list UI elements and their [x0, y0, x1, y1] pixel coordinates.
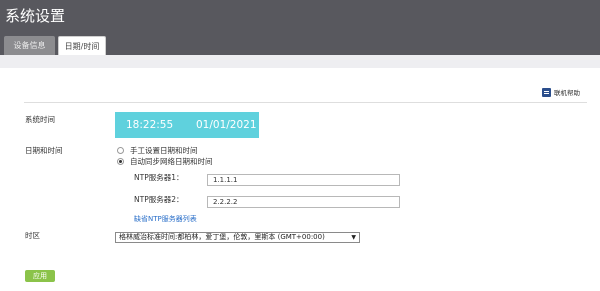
online-help-label: 联机帮助	[554, 89, 580, 97]
help-book-icon	[542, 87, 551, 97]
manual-time-radio[interactable]	[117, 146, 124, 154]
ntp-server-1-label: NTP服务器1：	[134, 173, 184, 182]
ntp-server-1-input[interactable]	[207, 174, 400, 186]
ntp-server-2-label: NTP服务器2：	[134, 195, 184, 204]
page-title: 系统设置	[5, 7, 66, 25]
dropdown-arrow-icon: ▼	[351, 234, 356, 241]
apply-button[interactable]: 应用	[25, 270, 55, 282]
auto-sync-option[interactable]: 自动同步网络日期和时间	[117, 156, 213, 166]
ntp-server-2-input[interactable]	[207, 196, 400, 208]
system-time-display: 18:22:55 01/01/2021	[115, 112, 259, 138]
tab-date-time[interactable]: 日期/时间	[58, 36, 106, 55]
divider	[24, 102, 587, 103]
timezone-selected-value: 格林威治标准时间:都柏林，爱丁堡，伦敦，里斯本 (GMT+00:00)	[119, 233, 325, 241]
online-help-link[interactable]: 联机帮助	[542, 87, 580, 97]
timezone-label: 时区	[25, 231, 40, 240]
manual-time-option[interactable]: 手工设置日期和时间	[117, 145, 198, 155]
tab-device-info[interactable]: 设备信息	[4, 36, 55, 55]
date-time-label: 日期和时间	[25, 146, 63, 155]
auto-sync-radio[interactable]	[117, 157, 124, 165]
auto-sync-option-label: 自动同步网络日期和时间	[130, 156, 213, 166]
system-time-value: 18:22:55	[126, 119, 174, 131]
timezone-select[interactable]: 格林威治标准时间:都柏林，爱丁堡，伦敦，里斯本 (GMT+00:00) ▼	[115, 232, 360, 243]
header-band	[0, 55, 600, 68]
top-bar: 系统设置 设备信息 日期/时间	[0, 0, 600, 55]
system-time-label: 系统时间	[25, 115, 55, 124]
default-ntp-list-link[interactable]: 缺省NTP服务器列表	[134, 214, 197, 224]
system-date-value: 01/01/2021	[196, 119, 257, 131]
manual-time-option-label: 手工设置日期和时间	[130, 145, 198, 155]
